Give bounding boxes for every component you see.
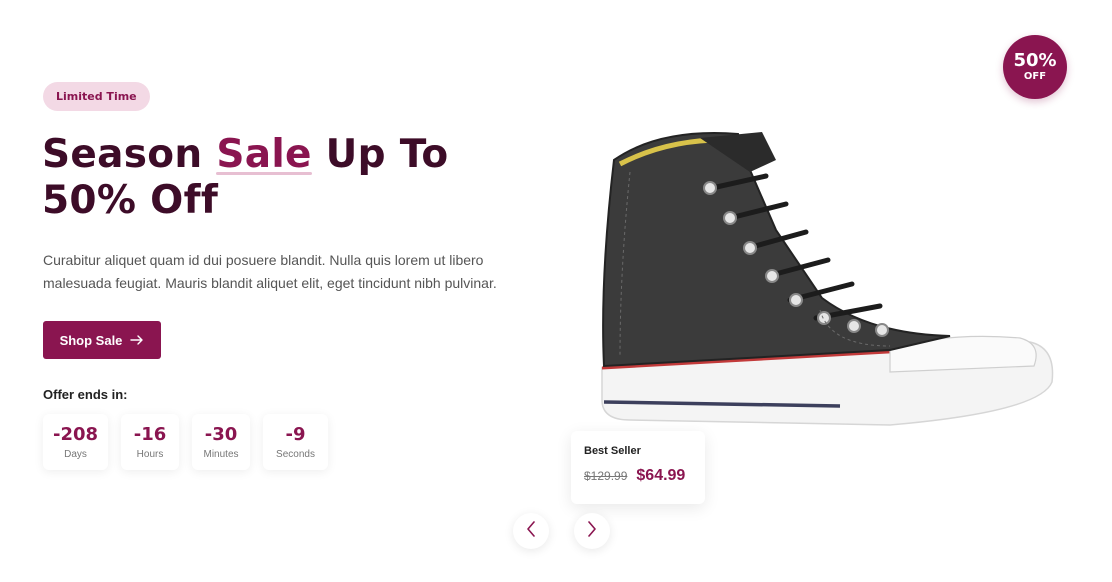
discount-badge: 50% OFF — [1003, 35, 1067, 99]
headline-highlight: Sale — [216, 132, 313, 177]
sneaker-product-image — [601, 132, 1054, 426]
countdown-value: -30 — [204, 424, 238, 445]
countdown-minutes: -30 Minutes — [192, 414, 250, 470]
arrow-right-icon — [130, 332, 144, 348]
countdown-days: -208 Days — [43, 414, 108, 470]
offer-ends-label: Offer ends in: — [43, 387, 128, 402]
sale-price: $64.99 — [636, 467, 686, 484]
carousel-prev-button[interactable] — [513, 513, 549, 549]
countdown-unit: Days — [64, 449, 87, 460]
carousel-next-button[interactable] — [574, 513, 610, 549]
original-price: $129.99 — [584, 469, 628, 483]
countdown-value: -16 — [133, 424, 167, 445]
chevron-right-icon — [587, 520, 597, 542]
chevron-left-icon — [526, 520, 536, 542]
headline-part-1: Season — [42, 132, 217, 177]
limited-time-badge: Limited Time — [43, 82, 150, 111]
discount-percent: 50% — [1013, 50, 1057, 71]
page-title: Season Sale Up To 50% Off — [42, 132, 542, 224]
best-seller-card[interactable]: Best Seller $129.99 $64.99 — [571, 431, 705, 504]
countdown-value: -208 — [52, 424, 99, 445]
countdown-unit: Minutes — [203, 449, 239, 460]
best-seller-title: Best Seller — [584, 445, 641, 457]
discount-off-label: OFF — [1023, 71, 1047, 82]
badge-label: Limited Time — [56, 90, 137, 103]
shop-sale-label: Shop Sale — [59, 332, 123, 348]
countdown-timer: -208 Days -16 Hours -30 Minutes -9 Secon… — [43, 414, 328, 470]
price-row: $129.99 $64.99 — [584, 467, 705, 485]
countdown-value: -9 — [285, 424, 306, 445]
countdown-hours: -16 Hours — [121, 414, 179, 470]
countdown-unit: Seconds — [276, 449, 315, 460]
countdown-seconds: -9 Seconds — [263, 414, 328, 470]
countdown-unit: Hours — [136, 449, 164, 460]
hero-description: Curabitur aliquet quam id dui posuere bl… — [43, 252, 497, 291]
shop-sale-button[interactable]: Shop Sale — [43, 321, 161, 359]
